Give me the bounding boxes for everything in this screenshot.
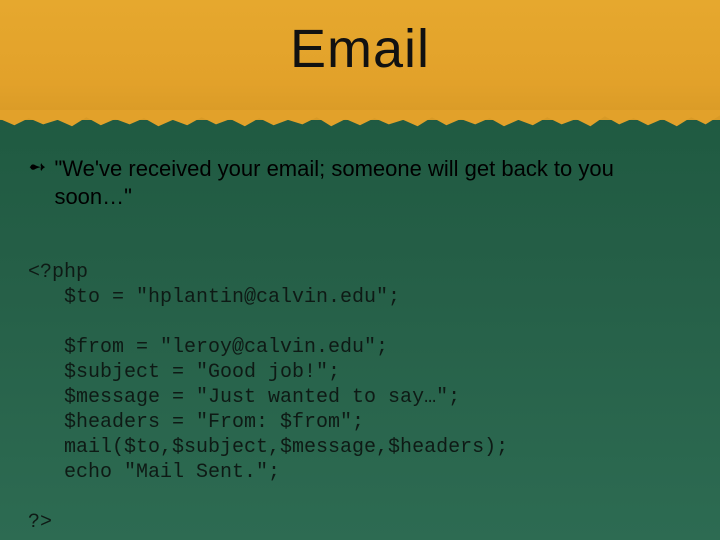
code-line: mail($to,$subject,$message,$headers); [28,436,508,459]
code-block: <?php $to = "hplantin@calvin.edu"; $from… [28,260,692,535]
bullet-icon: ➻ [28,155,46,179]
slide-content: ➻ "We've received your email; someone wi… [28,155,692,535]
code-line: $from = "leroy@calvin.edu"; [28,336,388,359]
ragged-edge [0,110,720,128]
code-line: $to = "hplantin@calvin.edu"; [28,286,400,309]
code-line: ?> [28,511,52,534]
code-line: $subject = "Good job!"; [28,361,340,384]
code-line: $message = "Just wanted to say…"; [28,386,460,409]
code-line: $headers = "From: $from"; [28,411,364,434]
bullet-text: "We've received your email; someone will… [54,155,692,210]
slide-title: Email [0,18,720,80]
code-line: <?php [28,261,88,284]
code-line: echo "Mail Sent."; [28,461,280,484]
bullet-item: ➻ "We've received your email; someone wi… [28,155,692,210]
